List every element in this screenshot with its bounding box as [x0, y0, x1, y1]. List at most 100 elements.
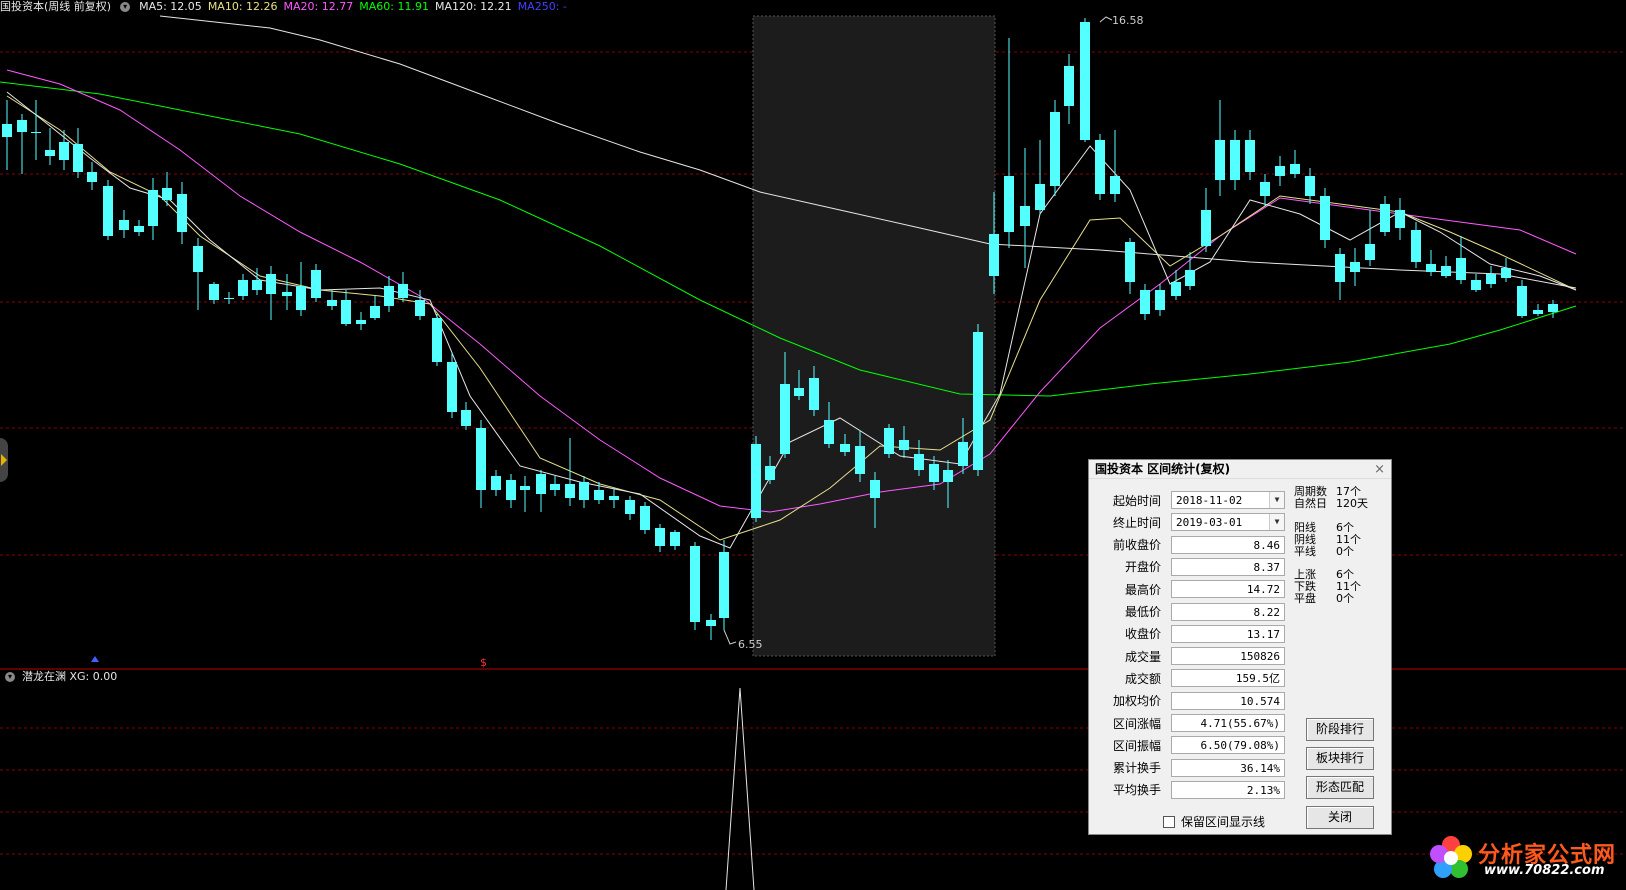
candle-body-down [794, 388, 804, 396]
close-icon[interactable]: × [1374, 461, 1385, 479]
candle-body-down [87, 172, 97, 182]
side-expand-handle[interactable] [0, 438, 8, 482]
candle-body-down [17, 120, 27, 132]
watermark-logo: 分析家公式网 www.70822.com [1428, 829, 1618, 887]
xg-signal-spike [725, 687, 755, 890]
candle-body-down [31, 132, 41, 133]
field-row: 区间振幅 6.50(79.08%) [1099, 735, 1285, 755]
indicator-header: 国投资本(周线 前复权) ▾ MA5: 12.05 MA10: 12.26 MA… [0, 0, 567, 14]
field-label: 区间振幅 [1112, 738, 1161, 753]
chevron-down-icon[interactable]: ▼ [1269, 514, 1284, 531]
candle-body-down [899, 440, 909, 450]
field-row: 加权均价 10.574 [1099, 691, 1285, 711]
candle-body-down [1245, 140, 1255, 172]
ma20-label: MA20: 12.77 [283, 0, 354, 13]
pattern-match-button[interactable]: 形态匹配 [1306, 776, 1374, 799]
candle-body-down [780, 384, 790, 454]
candle-body-down [1441, 266, 1451, 276]
candle-body-down [506, 480, 516, 500]
date-picker-field[interactable]: 2018-11-02 ▼ [1171, 491, 1285, 509]
value-field: 159.5亿 [1171, 669, 1285, 688]
candle-body-down [1275, 166, 1285, 176]
candle-body-down [1171, 282, 1181, 296]
candle-body-down [432, 318, 442, 362]
candle-body-down [415, 300, 425, 316]
candle-body-down [973, 332, 983, 470]
candle-body-down [59, 142, 69, 160]
value-field: 150826 [1171, 647, 1285, 666]
candle-body-down [282, 292, 292, 296]
field-value: 8.46 [1253, 538, 1281, 552]
field-label: 前收盘价 [1112, 538, 1161, 553]
candle-body-down [579, 482, 589, 500]
low-marker-tick [723, 629, 737, 645]
watermark-url: www.70822.com [1484, 863, 1605, 878]
dropdown-icon[interactable]: ▾ [120, 2, 131, 12]
field-value: 2018-11-02 [1176, 494, 1243, 507]
candle-body-down [670, 532, 680, 546]
candle-body-down [958, 442, 968, 466]
stage-rank-button[interactable]: 阶段排行 [1306, 718, 1374, 741]
candle-body-down [884, 428, 894, 454]
chevron-down-icon[interactable]: ▼ [1269, 492, 1284, 508]
candle-body-down [550, 484, 560, 490]
dialog-title: 国投资本 区间统计(复权) [1095, 462, 1231, 476]
candle-body-down [655, 528, 665, 546]
candle-body-down [1533, 310, 1543, 314]
candle-body-down [1486, 274, 1496, 284]
candle-body-down [148, 190, 158, 226]
ma10-label: MA10: 12.26 [207, 0, 278, 13]
keep-line-label: 保留区间显示线 [1181, 815, 1266, 829]
field-label: 终止时间 [1112, 515, 1161, 530]
candle-body-down [1260, 182, 1270, 196]
dropdown-icon[interactable]: ▾ [5, 672, 15, 682]
buy-arrow-icon [91, 656, 99, 662]
candle-body-down [370, 306, 380, 318]
candle-body-down [193, 246, 203, 272]
date-picker-field[interactable]: 2019-03-01 ▼ [1171, 513, 1285, 532]
candle-body-down [1201, 210, 1211, 246]
field-value: 13.17 [1246, 627, 1280, 641]
candle-body-down [1365, 244, 1375, 260]
candle-body-down [1426, 264, 1436, 272]
candle-body-down [706, 620, 716, 626]
candle-body-down [751, 444, 761, 518]
value-field: 14.72 [1171, 580, 1285, 599]
candle-body-down [327, 300, 337, 306]
candle-body-down [2, 124, 12, 137]
value-field: 8.46 [1171, 535, 1285, 554]
keep-line-checkbox[interactable]: 保留区间显示线 [1163, 813, 1265, 830]
range-stats-dialog: 国投资本 区间统计(复权) × 起始时间 2018-11-02 ▼ 终止时间 2019-… [1088, 459, 1392, 835]
field-value: 159.5亿 [1235, 672, 1280, 686]
field-value: 8.22 [1253, 605, 1281, 619]
dialog-title-bar: 国投资本 区间统计(复权) × [1089, 460, 1391, 479]
candle-body-down [989, 234, 999, 276]
low-price-label: 6.55 [738, 638, 763, 651]
checkbox-box[interactable] [1163, 815, 1175, 828]
candle-body-down [609, 496, 619, 500]
candle-body-down [1155, 290, 1165, 310]
candle-body-down [943, 470, 953, 482]
high-marker-tick [1099, 16, 1113, 23]
candle-body-down [103, 186, 113, 236]
candle-body-down [719, 552, 729, 618]
close-button[interactable]: 关闭 [1306, 806, 1374, 829]
ma5-label: MA5: 12.05 [139, 0, 202, 13]
candle-body-down [1095, 140, 1105, 194]
flower-logo-icon [1430, 836, 1472, 878]
field-label: 累计换手 [1112, 761, 1161, 776]
candle-body-down [476, 428, 486, 490]
candle-body-down [1395, 210, 1405, 228]
field-row: 区间涨幅 4.71(55.67%) [1099, 713, 1285, 733]
field-value: 36.14% [1240, 761, 1280, 775]
candle-body-down [1411, 230, 1421, 262]
sector-rank-button[interactable]: 板块排行 [1306, 747, 1374, 770]
candle-body-down [1215, 140, 1225, 180]
field-value: 150826 [1240, 650, 1280, 664]
field-value: 8.37 [1253, 560, 1281, 574]
field-label: 成交额 [1124, 671, 1161, 686]
candle-body-down [1548, 304, 1558, 312]
field-row: 成交量 150826 [1099, 646, 1285, 666]
candle-body-down [398, 284, 408, 298]
candle-body-down [1456, 258, 1466, 280]
